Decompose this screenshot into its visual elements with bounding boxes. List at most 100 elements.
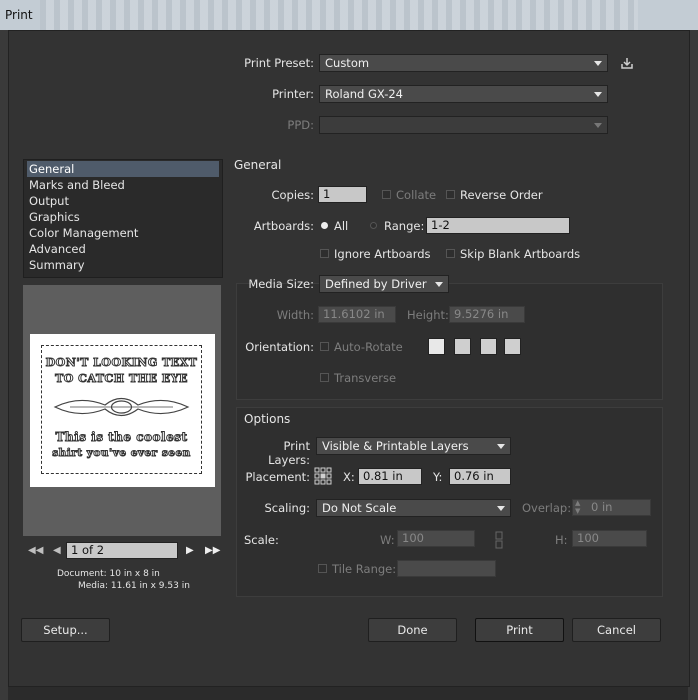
skip-blank-artboards-checkbox[interactable] <box>446 249 455 258</box>
print-layers-value: Visible & Printable Layers <box>322 439 469 453</box>
tile-range-label: Tile Range: <box>332 562 397 576</box>
portrait-orientation-icon[interactable] <box>428 338 445 355</box>
overlap-field: 0 in <box>572 499 651 516</box>
transverse-checkbox[interactable] <box>320 373 329 382</box>
preview-line-2: TO CATCH THE EYE <box>55 372 188 386</box>
sidebar-item-marks-and-bleed[interactable]: Marks and Bleed <box>27 177 219 193</box>
y-field[interactable]: 0.76 in <box>449 468 511 485</box>
height-field: 9.5276 in <box>449 306 525 323</box>
title-bar: Print <box>0 0 698 30</box>
print-button[interactable]: Print <box>475 618 564 642</box>
all-artboards-label: All <box>334 219 349 233</box>
reverse-order-checkbox[interactable] <box>446 190 455 199</box>
tile-range-checkbox[interactable] <box>318 564 327 573</box>
scale-w-field: 100 <box>397 530 475 547</box>
ornament-divider-graphic <box>53 397 190 417</box>
next-page-icon[interactable]: ▶ <box>186 545 194 556</box>
ppd-label: PPD: <box>287 118 314 132</box>
height-label: Height: <box>407 308 449 322</box>
ppd-select <box>319 116 608 134</box>
artboards-label: Artboards: <box>253 219 314 233</box>
flipped-landscape-orientation-icon[interactable] <box>504 338 521 355</box>
copies-field[interactable]: 1 <box>318 186 367 203</box>
scale-h-label: H: <box>555 533 568 547</box>
all-artboards-radio[interactable] <box>321 222 328 229</box>
print-preset-label: Print Preset: <box>244 56 314 70</box>
preview-line-3: This is the coolest <box>55 430 188 445</box>
range-label: Range: <box>384 219 425 233</box>
overlap-label: Overlap: <box>522 501 572 515</box>
media-size-select[interactable]: Defined by Driver <box>319 275 449 293</box>
general-heading: General <box>234 158 282 172</box>
sidebar-item-general[interactable]: General <box>27 161 219 177</box>
auto-rotate-checkbox[interactable] <box>320 342 329 351</box>
printer-value: Roland GX-24 <box>325 87 403 101</box>
media-size-value: Defined by Driver <box>325 277 427 291</box>
ignore-artboards-checkbox[interactable] <box>320 249 329 258</box>
cancel-button[interactable]: Cancel <box>572 618 661 642</box>
save-preset-icon[interactable] <box>620 56 634 70</box>
chevron-down-icon <box>435 282 443 287</box>
settings-category-list: General Marks and Bleed Output Graphics … <box>23 159 223 278</box>
y-label: Y: <box>433 470 443 484</box>
flipped-portrait-orientation-icon[interactable] <box>480 338 497 355</box>
scale-label: Scale: <box>244 533 279 547</box>
media-size-info: Media: 11.61 in x 9.53 in <box>78 581 190 591</box>
print-layers-label: Print Layers: <box>268 439 310 467</box>
document-size-info: Document: 10 in x 8 in <box>57 569 160 579</box>
window-title: Print <box>5 8 33 22</box>
chevron-down-icon <box>497 506 505 511</box>
scale-h-field: 100 <box>572 530 647 547</box>
overlap-stepper-icon: ▲ ▼ <box>575 499 581 515</box>
orientation-label: Orientation: <box>245 340 314 354</box>
page-number-field[interactable]: 1 of 2 <box>66 542 178 559</box>
print-preset-select[interactable]: Custom <box>319 54 608 72</box>
range-field[interactable]: 1-2 <box>426 217 570 234</box>
constrain-proportions-icon <box>493 531 505 549</box>
done-button[interactable]: Done <box>368 618 457 642</box>
preview-artboard-border: DON'T LOOKING TEXT TO CATCH THE EYE This… <box>41 345 202 474</box>
scale-w-label: W: <box>380 533 395 547</box>
width-label: Width: <box>276 308 314 322</box>
previous-page-icon[interactable]: ◀ <box>53 545 61 556</box>
preview-line-4: shirt you've ever seen <box>52 447 191 460</box>
setup-button[interactable]: Setup... <box>21 618 110 642</box>
width-field: 11.6102 in <box>318 306 396 323</box>
collate-checkbox[interactable] <box>382 190 391 199</box>
ignore-artboards-label: Ignore Artboards <box>334 247 431 261</box>
range-radio[interactable] <box>370 222 377 229</box>
print-preset-value: Custom <box>325 56 370 70</box>
scaling-select[interactable]: Do Not Scale <box>316 499 511 517</box>
print-layers-select[interactable]: Visible & Printable Layers <box>316 437 511 455</box>
chevron-down-icon <box>594 123 602 128</box>
scaling-label: Scaling: <box>264 501 310 515</box>
sidebar-item-summary[interactable]: Summary <box>27 257 219 273</box>
scaling-value: Do Not Scale <box>322 501 397 515</box>
copies-label: Copies: <box>271 188 314 202</box>
placement-grid-icon[interactable] <box>314 467 332 485</box>
landscape-orientation-icon[interactable] <box>454 338 471 355</box>
window-border-left <box>0 30 8 700</box>
collate-label: Collate <box>396 188 437 202</box>
sidebar-item-graphics[interactable]: Graphics <box>27 209 219 225</box>
sidebar-item-advanced[interactable]: Advanced <box>27 241 219 257</box>
printer-select[interactable]: Roland GX-24 <box>319 85 608 103</box>
first-page-icon[interactable]: ◀◀ <box>28 545 43 556</box>
tile-range-field <box>397 560 496 577</box>
sidebar-item-color-management[interactable]: Color Management <box>27 225 219 241</box>
last-page-icon[interactable]: ▶▶ <box>205 545 220 556</box>
chevron-down-icon <box>497 444 505 449</box>
media-size-label: Media Size: <box>248 277 314 291</box>
title-bar-background <box>40 0 638 30</box>
placement-label: Placement: <box>245 470 310 484</box>
chevron-down-icon <box>594 92 602 97</box>
reverse-order-label: Reverse Order <box>460 188 543 202</box>
x-field[interactable]: 0.81 in <box>358 468 422 485</box>
sidebar-item-output[interactable]: Output <box>27 193 219 209</box>
options-heading: Options <box>244 412 291 426</box>
transverse-label: Transverse <box>334 371 397 385</box>
chevron-down-icon <box>594 61 602 66</box>
preview-line-1: DON'T LOOKING TEXT <box>45 356 198 370</box>
auto-rotate-label: Auto-Rotate <box>334 340 403 354</box>
printer-label: Printer: <box>272 87 314 101</box>
